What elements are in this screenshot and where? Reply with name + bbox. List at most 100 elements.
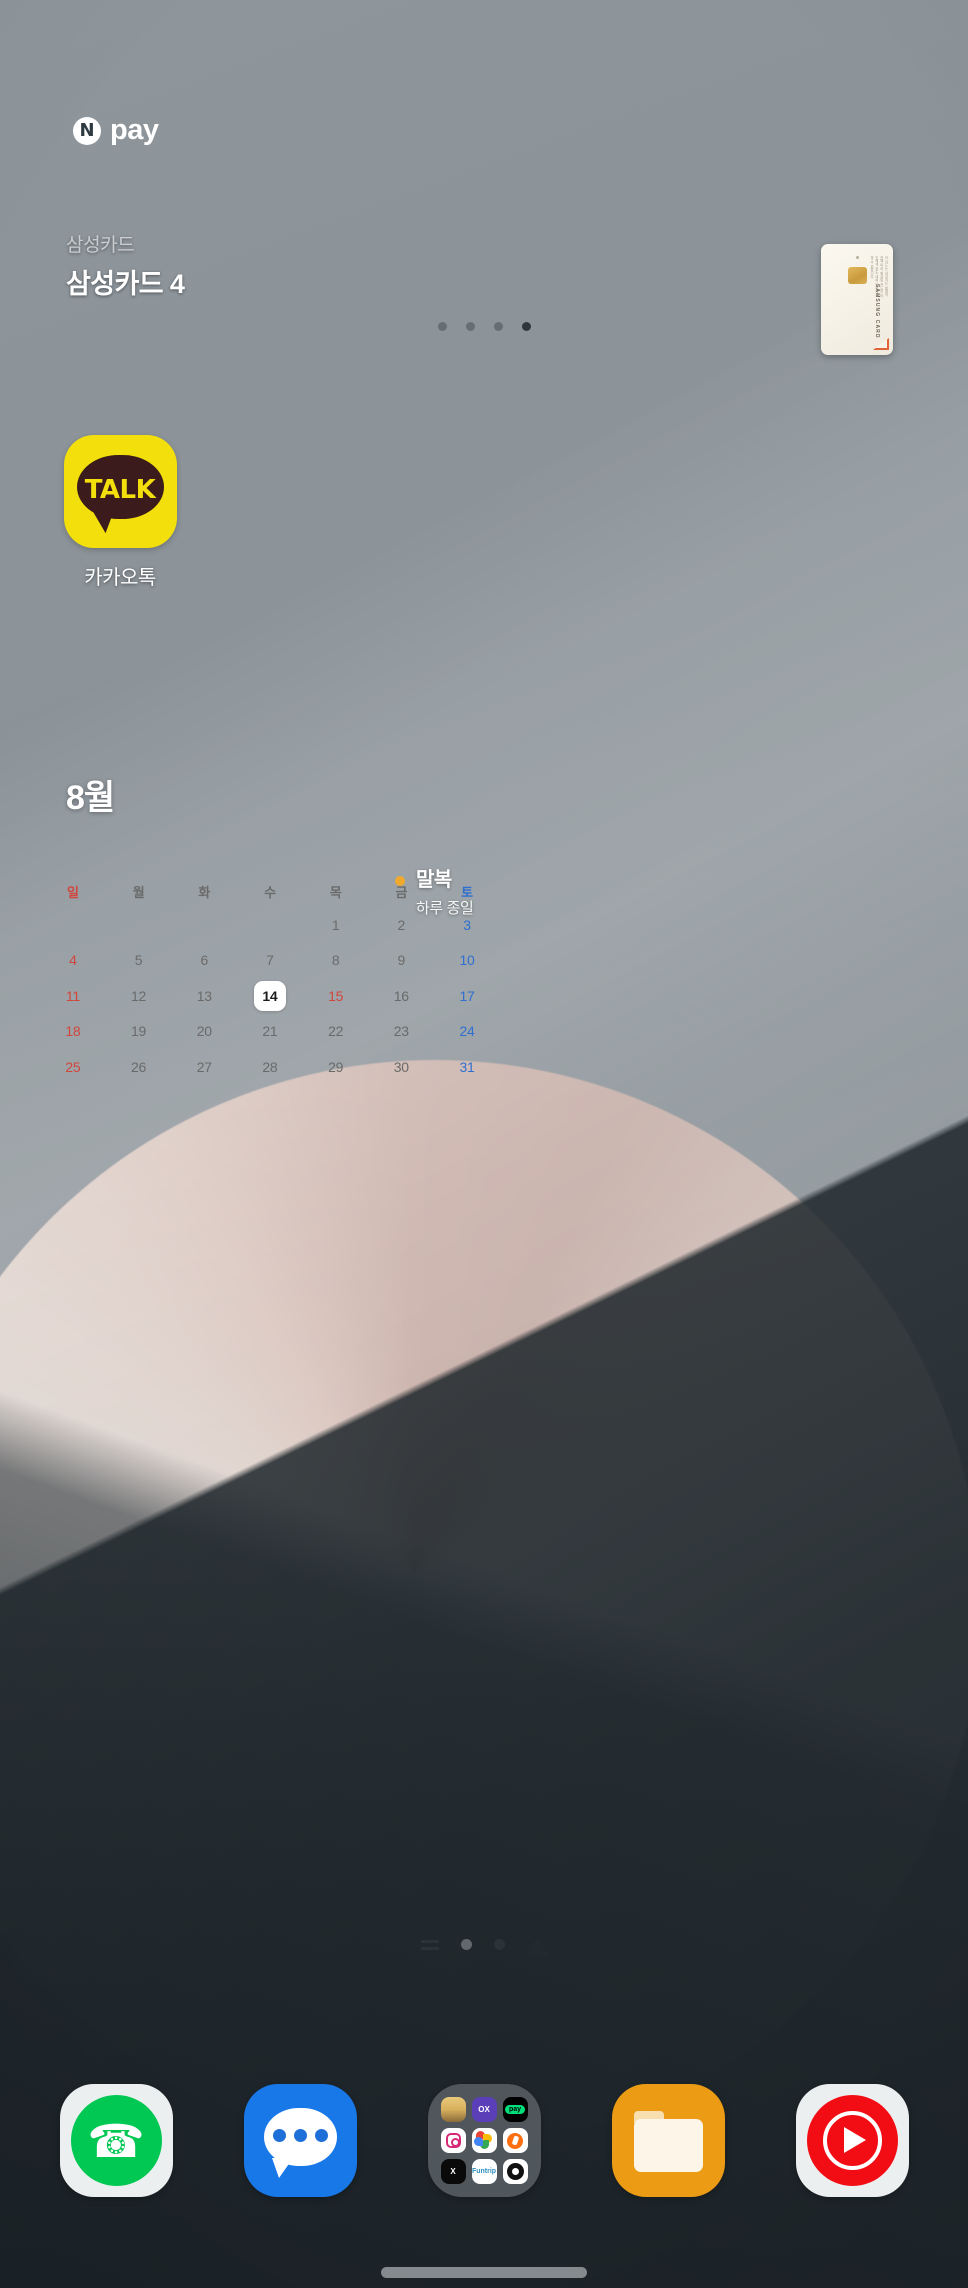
app-icon-kakaotalk[interactable]: TALK 카카오톡 bbox=[44, 435, 196, 590]
calendar-day-14[interactable]: 14 bbox=[237, 978, 303, 1014]
calendar-day-20[interactable]: 20 bbox=[171, 1014, 237, 1050]
calendar-weeks: 1 2 3 4 5 6 7 8 9 10 11 12 13 14 15 16 17 18 19 20 21 22 23 24 2… bbox=[40, 907, 500, 1085]
npay-card-issuer: 삼성카드 bbox=[66, 235, 135, 256]
npay-card-name: 삼성카드 4 bbox=[66, 269, 185, 299]
calendar-day-22[interactable]: 22 bbox=[303, 1014, 369, 1050]
calendar-week-row: 4 5 6 7 8 9 10 bbox=[40, 943, 500, 979]
mini-icon-game bbox=[440, 2097, 466, 2122]
npay-page-dot-3[interactable] bbox=[493, 322, 503, 331]
calendar-day-5[interactable]: 5 bbox=[106, 943, 172, 979]
home-page-icon[interactable] bbox=[527, 1938, 547, 1956]
calendar-day-17[interactable]: 17 bbox=[434, 978, 500, 1014]
calendar-week-row: 11 12 13 14 15 16 17 bbox=[40, 978, 500, 1014]
messages-icon bbox=[243, 2084, 357, 2197]
calendar-widget[interactable]: 8월 일월화수목금토 1 2 3 4 5 6 7 8 9 10 11 12 13 14 15 16 17 18 19… bbox=[40, 770, 730, 1100]
mini-icon-instagram bbox=[440, 2128, 466, 2153]
card-triangle-inner-icon bbox=[875, 339, 887, 348]
calendar-day-29[interactable]: 29 bbox=[303, 1049, 369, 1085]
event-color-dot-icon bbox=[395, 876, 405, 886]
npay-n-mark-icon: N bbox=[73, 116, 101, 145]
navigation-gesture-bar[interactable] bbox=[0, 2267, 968, 2278]
mini-icon-ox-puzzle: OX bbox=[471, 2097, 497, 2122]
kakaotalk-bubble-tail bbox=[93, 509, 117, 535]
calendar-weekday-1: 월 bbox=[132, 884, 145, 900]
calendar-weekday-2: 화 bbox=[198, 884, 211, 900]
phone-handset-glyph: ☎ bbox=[87, 2114, 145, 2167]
calendar-day-25[interactable]: 25 bbox=[40, 1049, 106, 1085]
calendar-day-30[interactable]: 30 bbox=[368, 1049, 434, 1085]
mini-icon-funtrip: Funtrip bbox=[471, 2159, 497, 2184]
mini-icon-daum bbox=[502, 2159, 528, 2184]
calendar-day-13[interactable]: 13 bbox=[171, 978, 237, 1014]
dock-item-messages[interactable] bbox=[243, 2084, 357, 2197]
mini-icon-daangn bbox=[502, 2128, 528, 2153]
calendar-week-row: 25 26 27 28 29 30 31 bbox=[40, 1049, 500, 1085]
calendar-day-7[interactable]: 7 bbox=[237, 943, 303, 979]
calendar-month-label: 8월 bbox=[66, 779, 115, 817]
dock-item-phone[interactable]: ☎ bbox=[59, 2084, 173, 2197]
calendar-day-27[interactable]: 27 bbox=[171, 1049, 237, 1085]
calendar-day-empty bbox=[40, 907, 106, 943]
npay-card-page-dots[interactable] bbox=[0, 322, 968, 331]
npay-card-thumbnail[interactable]: 이 카드는 삼성카드 회원약관에 따라 발급된 카드로 타인에게 양도 대여 담… bbox=[821, 244, 893, 355]
dock-item-youtube-music[interactable] bbox=[795, 2084, 909, 2197]
calendar-day-12[interactable]: 12 bbox=[106, 978, 172, 1014]
calendar-day-1[interactable]: 1 bbox=[303, 907, 369, 943]
calendar-day-11[interactable]: 11 bbox=[40, 978, 106, 1014]
calendar-day-28[interactable]: 28 bbox=[237, 1049, 303, 1085]
event-subtitle: 하루 종일 bbox=[416, 900, 474, 917]
calendar-day-empty bbox=[171, 907, 237, 943]
calendar-day-10[interactable]: 10 bbox=[434, 943, 500, 979]
npay-page-dot-2[interactable] bbox=[465, 322, 475, 331]
event-title: 말복 bbox=[416, 869, 452, 891]
home-page-indicator[interactable] bbox=[0, 1938, 968, 1956]
calendar-today-highlight: 14 bbox=[253, 980, 286, 1011]
dock-item-my-files[interactable] bbox=[611, 2084, 725, 2197]
calendar-weekday-3: 수 bbox=[264, 884, 276, 900]
calendar-day-empty bbox=[237, 907, 303, 943]
mini-icon-x-twitter: X bbox=[440, 2159, 466, 2184]
mini-icon-naver-pay: pay bbox=[502, 2097, 528, 2122]
files-icon bbox=[611, 2084, 725, 2197]
page-dot-2[interactable] bbox=[494, 1939, 505, 1950]
gesture-handle[interactable] bbox=[381, 2267, 587, 2278]
calendar-day-6[interactable]: 6 bbox=[171, 943, 237, 979]
calendar-day-9[interactable]: 9 bbox=[368, 943, 434, 979]
npay-page-dot-4[interactable] bbox=[521, 322, 531, 331]
calendar-day-8[interactable]: 8 bbox=[303, 943, 369, 979]
calendar-day-31[interactable]: 31 bbox=[434, 1049, 500, 1085]
phone-icon: ☎ bbox=[59, 2084, 173, 2197]
calendar-day-16[interactable]: 16 bbox=[368, 978, 434, 1014]
dock-item-app-folder[interactable]: OX pay X Funtrip bbox=[427, 2084, 541, 2197]
calendar-day-19[interactable]: 19 bbox=[106, 1014, 172, 1050]
calendar-day-4[interactable]: 4 bbox=[40, 943, 106, 979]
calendar-event-item[interactable]: 말복 하루 종일 bbox=[395, 868, 474, 918]
message-bubble-tail bbox=[271, 2158, 293, 2178]
app-label-kakaotalk: 카카오톡 bbox=[84, 567, 156, 589]
calendar-weekday-0: 일 bbox=[67, 884, 79, 900]
home-screen: N pay 삼성카드 삼성카드 4 이 카드는 삼성카드 회원약관에 따라 발급… bbox=[0, 0, 968, 2288]
calendar-day-15[interactable]: 15 bbox=[303, 978, 369, 1014]
youtube-music-icon bbox=[795, 2084, 909, 2197]
kakaotalk-icon: TALK bbox=[63, 435, 177, 548]
calendar-day-18[interactable]: 18 bbox=[40, 1014, 106, 1050]
message-ellipsis-dots bbox=[264, 2129, 337, 2142]
dock: ☎ OX pay X Funtrip bbox=[0, 2068, 968, 2213]
folder-body-shape bbox=[633, 2119, 703, 2172]
mini-icon-google-photos bbox=[471, 2128, 497, 2153]
npay-page-dot-1[interactable] bbox=[437, 322, 447, 331]
page-dot-1[interactable] bbox=[461, 1939, 472, 1950]
kakaotalk-talk-text: TALK bbox=[84, 475, 156, 505]
calendar-day-23[interactable]: 23 bbox=[368, 1014, 434, 1050]
card-fineprint-text: 이 카드는 삼성카드 회원약관에 따라 발급된 카드로 타인에게 양도 대여 담… bbox=[869, 256, 888, 298]
ytm-play-triangle bbox=[843, 2127, 866, 2153]
calendar-weekday-4: 목 bbox=[329, 884, 342, 900]
calendar-day-26[interactable]: 26 bbox=[106, 1049, 172, 1085]
calendar-week-row: 18 19 20 21 22 23 24 bbox=[40, 1014, 500, 1050]
npay-widget[interactable]: N pay 삼성카드 삼성카드 4 이 카드는 삼성카드 회원약관에 따라 발급… bbox=[0, 84, 968, 374]
calendar-day-21[interactable]: 21 bbox=[237, 1014, 303, 1050]
calendar-day-24[interactable]: 24 bbox=[434, 1014, 500, 1050]
recents-pages-icon[interactable] bbox=[421, 1939, 439, 1950]
npay-logo-text: pay bbox=[110, 114, 159, 146]
npay-logo: N pay bbox=[73, 114, 159, 147]
